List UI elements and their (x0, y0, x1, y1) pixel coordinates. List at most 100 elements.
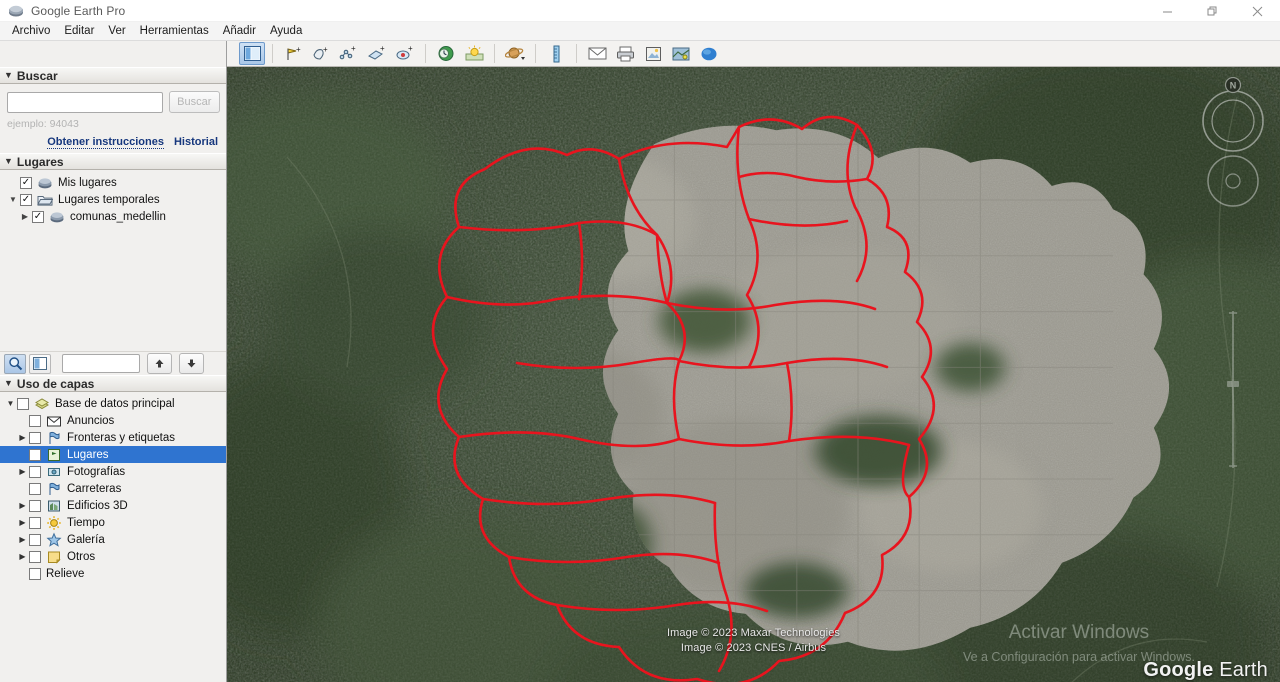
layer-checkbox[interactable] (29, 567, 41, 580)
tree-expander[interactable]: ▶ (16, 501, 29, 510)
layer-item-relieve[interactable]: Relieve (0, 565, 226, 582)
sunlight-button[interactable] (461, 42, 487, 65)
gallery-star-icon (46, 532, 62, 547)
tree-expander[interactable]: ▶ (16, 467, 29, 476)
add-placemark-button[interactable]: + (280, 42, 306, 65)
restore-button[interactable] (1190, 0, 1235, 22)
chevron-down-icon: ▼ (4, 378, 13, 388)
menu-ver[interactable]: Ver (101, 24, 132, 38)
record-tour-button[interactable]: + (392, 42, 418, 65)
places-item-mis-lugares[interactable]: ✓ Mis lugares (0, 174, 226, 191)
tree-expander[interactable]: ▶ (18, 212, 32, 221)
google-earth-logo: Google Earth (1143, 659, 1268, 682)
layer-checkbox[interactable] (29, 414, 41, 427)
search-row: Buscar (7, 91, 220, 113)
menu-archivo[interactable]: Archivo (5, 24, 57, 38)
search-input[interactable] (7, 91, 163, 113)
layer-checkbox[interactable] (17, 397, 29, 410)
layer-item-base-de-datos-principal[interactable]: ▼ Base de datos principal (0, 395, 226, 412)
history-link[interactable]: Historial (174, 136, 218, 149)
minimize-button[interactable] (1145, 0, 1190, 22)
ruler-button[interactable] (543, 42, 569, 65)
tree-expander[interactable]: ▶ (16, 433, 29, 442)
print-button[interactable] (612, 42, 638, 65)
tree-expander[interactable]: ▶ (16, 552, 29, 561)
tilt-ring-control[interactable] (1205, 153, 1261, 209)
layer-item-edificios-3d[interactable]: ▶ Edificios 3D (0, 497, 226, 514)
get-directions-link[interactable]: Obtener instrucciones (47, 136, 164, 149)
places-panel-header[interactable]: ▼ Lugares (0, 153, 226, 170)
tree-expander[interactable]: ▶ (16, 518, 29, 527)
toolbar-separator (272, 44, 273, 63)
places-search-mode-button[interactable] (4, 353, 26, 374)
layers-tree: ▼ Base de datos principal Anuncios ▶ Fro… (0, 392, 226, 682)
navigation-compass[interactable]: N (1194, 77, 1272, 155)
places-panel-title: Lugares (16, 154, 64, 169)
menu-herramientas[interactable]: Herramientas (133, 24, 216, 38)
layer-item-lugares[interactable]: Lugares (0, 446, 226, 463)
layer-checkbox[interactable] (29, 499, 41, 512)
places-item-label: Lugares temporales (58, 193, 160, 206)
chevron-down-icon: ▼ (4, 70, 13, 80)
close-button[interactable] (1235, 0, 1280, 22)
add-path-button[interactable]: + (336, 42, 362, 65)
email-button[interactable] (584, 42, 610, 65)
left-sidebar: ▼ Buscar Buscar ejemplo: 94043 Obtener i… (0, 67, 227, 682)
search-panel-title: Buscar (16, 68, 58, 83)
layers-panel-header[interactable]: ▼ Uso de capas (0, 375, 226, 392)
layer-item-anuncios[interactable]: Anuncios (0, 412, 226, 429)
map-viewport[interactable]: N Image © 2023 Maxar Technologies Image … (227, 67, 1280, 682)
places-view-mode-button[interactable] (29, 353, 51, 374)
tree-expander[interactable]: ▼ (4, 399, 17, 408)
view-in-maps-button[interactable] (668, 42, 694, 65)
globe-icon (38, 177, 52, 188)
planets-icon (504, 47, 525, 60)
photo-icon (48, 467, 60, 476)
svg-text:+: + (408, 45, 413, 53)
places-move-up-button[interactable] (147, 353, 172, 374)
places-checkbox[interactable]: ✓ (32, 210, 44, 223)
places-filter-input[interactable] (62, 354, 140, 373)
add-image-overlay-button[interactable]: + (364, 42, 390, 65)
arrow-up-icon (155, 359, 164, 368)
menu-ayuda[interactable]: Ayuda (263, 24, 309, 38)
search-button[interactable]: Buscar (168, 91, 220, 113)
layer-checkbox[interactable] (29, 465, 41, 478)
layer-item-carreteras[interactable]: Carreteras (0, 480, 226, 497)
add-polygon-button[interactable]: + (308, 42, 334, 65)
layer-item-galeria[interactable]: ▶ Galería (0, 531, 226, 548)
layer-checkbox[interactable] (29, 431, 41, 444)
places-move-down-button[interactable] (179, 353, 204, 374)
layer-checkbox[interactable] (29, 482, 41, 495)
layer-item-label: Otros (67, 550, 96, 563)
tree-expander[interactable]: ▶ (16, 535, 29, 544)
places-checkbox[interactable]: ✓ (20, 176, 32, 189)
planets-button[interactable] (502, 42, 528, 65)
view-in-maps-icon (672, 47, 690, 60)
panel-icon (33, 357, 47, 370)
layer-item-fotografias[interactable]: ▶ Fotografías (0, 463, 226, 480)
tree-expander[interactable]: ▼ (6, 195, 20, 204)
layer-checkbox[interactable] (29, 516, 41, 529)
search-panel-header[interactable]: ▼ Buscar (0, 67, 226, 84)
places-checkbox[interactable]: ✓ (20, 193, 32, 206)
layer-item-label: Galería (67, 533, 105, 546)
google-earth-app-icon (9, 5, 23, 16)
zoom-slider[interactable] (1224, 307, 1242, 472)
menu-anadir[interactable]: Añadir (216, 24, 263, 38)
layer-checkbox[interactable] (29, 533, 41, 546)
places-item-lugares-temporales[interactable]: ▼ ✓ Lugares temporales (0, 191, 226, 208)
menu-editar[interactable]: Editar (57, 24, 101, 38)
layer-item-tiempo[interactable]: ▶ Tiempo (0, 514, 226, 531)
layer-item-label: Edificios 3D (67, 499, 128, 512)
layer-item-fronteras-y-etiquetas[interactable]: ▶ Fronteras y etiquetas (0, 429, 226, 446)
toggle-sidebar-button[interactable] (239, 42, 265, 65)
layer-item-otros[interactable]: ▶ Otros (0, 548, 226, 565)
layer-checkbox[interactable] (29, 550, 41, 563)
layer-checkbox[interactable] (29, 448, 41, 461)
save-image-button[interactable] (640, 42, 666, 65)
historical-imagery-button[interactable] (433, 42, 459, 65)
places-icon (48, 448, 60, 461)
places-item-comunas-medellin[interactable]: ▶ ✓ comunas_medellin (0, 208, 226, 225)
globe-view-button[interactable] (696, 42, 722, 65)
